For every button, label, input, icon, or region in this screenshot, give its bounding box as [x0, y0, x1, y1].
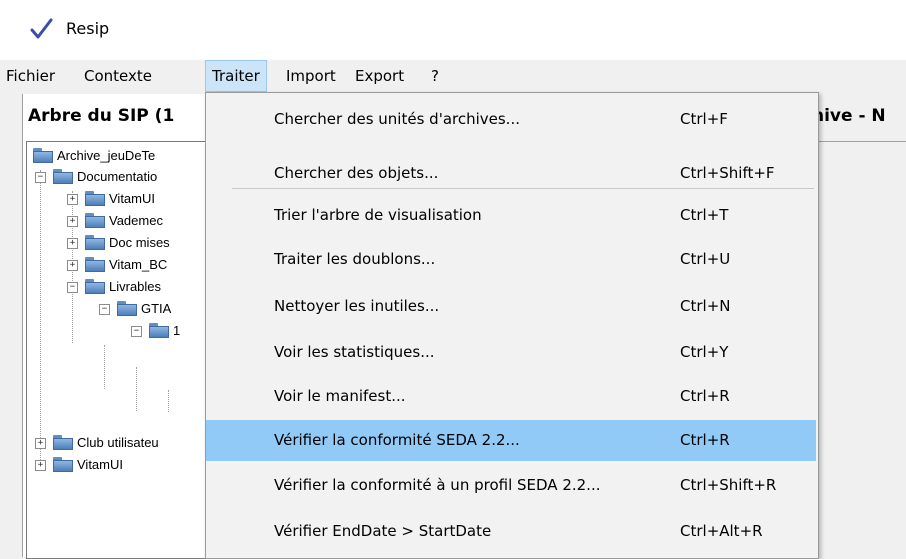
tree-node[interactable]: Vademec	[85, 210, 163, 232]
tree-node[interactable]: Vitam_BC	[85, 254, 167, 276]
tree-node-label: Vitam_BC	[109, 257, 168, 272]
expand-icon[interactable]: +	[67, 238, 78, 249]
tree-node-label: Doc mises	[109, 235, 170, 250]
menu-item-shortcut: Ctrl+Y	[680, 343, 729, 361]
collapse-icon[interactable]: −	[99, 304, 110, 315]
menu-item-label: Vérifier EndDate > StartDate	[274, 522, 492, 540]
tree-node-label: 1	[173, 323, 181, 338]
divider	[812, 141, 906, 142]
menu-item-shortcut: Ctrl+U	[680, 250, 731, 268]
menu-traiter[interactable]: Traiter	[205, 60, 267, 92]
folder-icon	[85, 235, 105, 250]
menu-item-check-seda-compliance[interactable]: Vérifier la conformité SEDA 2.2... Ctrl+…	[206, 420, 816, 461]
tree-node[interactable]: Doc mises	[85, 232, 170, 254]
menu-item-label: Vérifier la conformité SEDA 2.2...	[274, 431, 520, 449]
menu-item-shortcut: Ctrl+Alt+R	[680, 522, 763, 540]
menu-item-check-dates[interactable]: Vérifier EndDate > StartDate Ctrl+Alt+R	[206, 511, 816, 552]
menu-item-label: Voir les statistiques...	[274, 343, 435, 361]
tree-node[interactable]: VitamUI	[53, 454, 123, 476]
menu-separator	[232, 188, 814, 189]
folder-icon	[149, 323, 169, 338]
expand-icon[interactable]: +	[67, 194, 78, 205]
title-bar: Resip	[0, 0, 906, 61]
folder-icon	[53, 457, 73, 472]
folder-icon	[85, 191, 105, 206]
tree-node-label: VitamUI	[77, 457, 123, 472]
menu-contexte[interactable]: Contexte	[78, 60, 158, 92]
tree-node[interactable]: Livrables	[85, 276, 161, 298]
menu-item-shortcut: Ctrl+R	[680, 387, 730, 405]
folder-icon	[33, 148, 53, 163]
folder-icon	[85, 213, 105, 228]
menu-item-label: Nettoyer les inutiles...	[274, 297, 440, 315]
menu-item-label: Traiter les doublons...	[274, 250, 436, 268]
menu-item-label: Voir le manifest...	[274, 387, 406, 405]
traiter-dropdown-menu: Chercher des unités d'archives... Ctrl+F…	[205, 92, 819, 559]
menu-item-shortcut: Ctrl+Shift+R	[680, 476, 777, 494]
tree-node[interactable]: VitamUI	[85, 188, 155, 210]
menu-item-sort-tree[interactable]: Trier l'arbre de visualisation Ctrl+T	[206, 195, 816, 236]
collapse-icon[interactable]: −	[35, 172, 46, 183]
menu-item-label: Trier l'arbre de visualisation	[274, 206, 482, 224]
window-title: Resip	[66, 19, 110, 38]
menu-import[interactable]: Import	[280, 60, 342, 92]
menu-item-shortcut: Ctrl+N	[680, 297, 731, 315]
tree-node[interactable]: 1	[149, 320, 180, 342]
menu-item-clean-unused[interactable]: Nettoyer les inutiles... Ctrl+N	[206, 286, 816, 327]
tree-node-label: GTIA	[141, 301, 172, 316]
menu-help[interactable]: ?	[425, 60, 445, 92]
collapse-icon[interactable]: −	[131, 326, 142, 337]
folder-icon	[53, 169, 73, 184]
tree-node-label: Vademec	[109, 213, 163, 228]
folder-icon	[85, 257, 105, 272]
menu-item-label: Chercher des unités d'archives...	[274, 110, 520, 128]
tree-node-label: Documentatio	[77, 169, 158, 184]
sip-tree-title: Arbre du SIP (1	[28, 106, 175, 126]
menu-item-check-seda-profile[interactable]: Vérifier la conformité à un profil SEDA …	[206, 465, 816, 506]
tree-node[interactable]: Documentatio	[53, 166, 157, 188]
menu-export[interactable]: Export	[349, 60, 410, 92]
tree-node-label: VitamUI	[109, 191, 155, 206]
expand-icon[interactable]: +	[35, 438, 46, 449]
folder-icon	[85, 279, 105, 294]
sip-tree[interactable]: Archive_jeuDeTe − Documentatio + VitamUI…	[26, 141, 207, 559]
menu-item-search-archive-units[interactable]: Chercher des unités d'archives... Ctrl+F	[206, 99, 816, 140]
expand-icon[interactable]: +	[35, 460, 46, 471]
tree-node[interactable]: GTIA	[117, 298, 171, 320]
tree-node[interactable]: Club utilisateu	[53, 432, 159, 454]
menu-item-view-statistics[interactable]: Voir les statistiques... Ctrl+Y	[206, 332, 816, 373]
menu-item-view-manifest[interactable]: Voir le manifest... Ctrl+R	[206, 376, 816, 417]
collapse-icon[interactable]: −	[67, 282, 78, 293]
expand-icon[interactable]: +	[67, 260, 78, 271]
tree-node[interactable]: Archive_jeuDeTe	[33, 145, 155, 167]
menu-item-shortcut: Ctrl+R	[680, 431, 730, 449]
menu-fichier[interactable]: Fichier	[0, 60, 61, 92]
tree-node-label: Archive_jeuDeTe	[57, 148, 156, 163]
tree-node-label: Livrables	[109, 279, 162, 294]
tree-node-label: Club utilisateu	[77, 435, 159, 450]
menu-item-shortcut: Ctrl+T	[680, 206, 729, 224]
menu-item-handle-duplicates[interactable]: Traiter les doublons... Ctrl+U	[206, 239, 816, 280]
folder-icon	[53, 435, 73, 450]
menu-item-shortcut: Ctrl+F	[680, 110, 728, 128]
checkmark-icon	[30, 18, 53, 39]
folder-icon	[117, 301, 137, 316]
menu-item-label: Vérifier la conformité à un profil SEDA …	[274, 476, 601, 494]
archive-panel-title: hive - N	[812, 106, 886, 126]
menu-bar: Fichier Contexte Traiter Import Export ?	[0, 60, 906, 92]
expand-icon[interactable]: +	[67, 216, 78, 227]
